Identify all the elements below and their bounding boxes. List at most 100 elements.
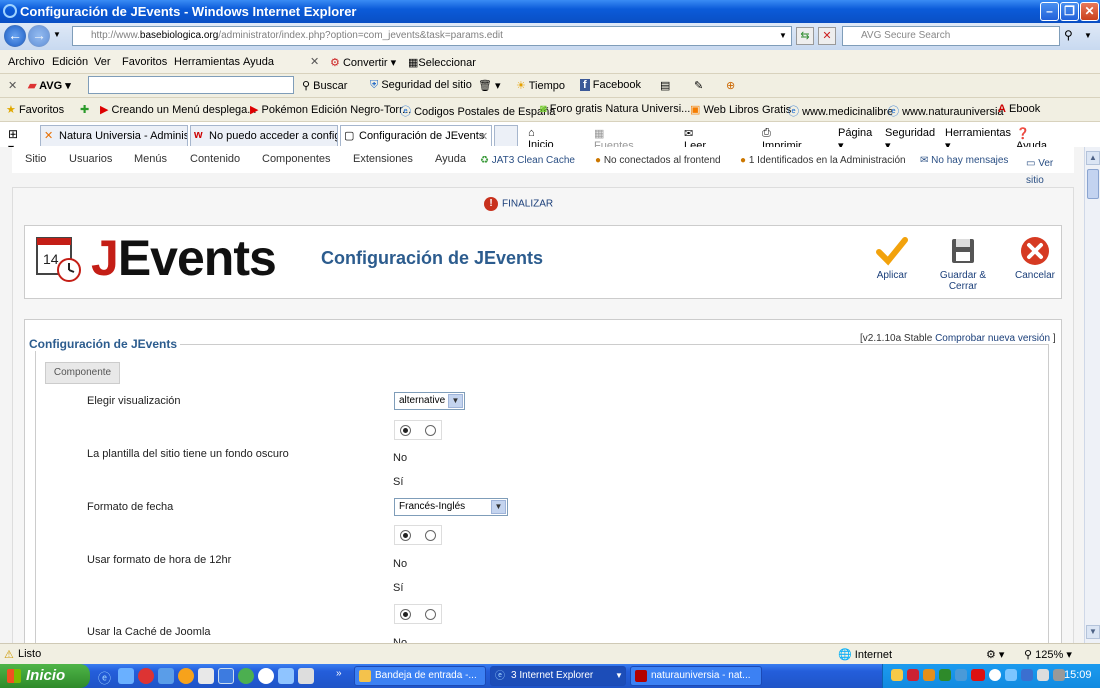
facebook-button[interactable]: f Facebook xyxy=(580,79,641,91)
tab-configuracion-jevents[interactable]: ▢ Configuración de JEvents ✕ xyxy=(340,125,492,146)
admin-menu-extensiones[interactable]: Extensiones xyxy=(353,153,413,165)
site-security-button[interactable]: ⛨ Seguridad del sitio xyxy=(370,79,472,92)
fav-item[interactable]: ⓔ www.medicinalibre xyxy=(788,103,893,119)
clean-cache-link[interactable]: ♻ JAT3 Clean Cache xyxy=(480,155,575,166)
zoom-control[interactable]: ⚲ 125% ▾ xyxy=(1024,648,1072,661)
admin-menu-componentes[interactable]: Componentes xyxy=(262,153,331,165)
cache-radio-si[interactable] xyxy=(425,609,436,620)
fav-item[interactable]: ◙ Foro gratis Natura Universi... xyxy=(540,103,690,115)
convert-button[interactable]: ⚙ Convertir ▾ xyxy=(330,56,396,69)
minimize-button[interactable]: – xyxy=(1040,2,1059,21)
taskbar-item-filezilla[interactable]: naturauniversia - nat... xyxy=(630,666,762,686)
search-input[interactable]: AVG Secure Search xyxy=(842,26,1060,46)
fav-item[interactable]: ⓔ Codigos Postales de España xyxy=(400,103,555,119)
search-icon[interactable]: ⚲ xyxy=(1064,28,1073,42)
logout-link[interactable]: ! FINALIZAR xyxy=(484,197,553,211)
ie-quicklaunch-icon[interactable]: ⓔ xyxy=(98,668,114,686)
admin-menu-sitio[interactable]: Sitio xyxy=(25,153,46,165)
scroll-up-icon[interactable]: ▲ xyxy=(1086,151,1100,165)
taskbar-item-mail[interactable]: Bandeja de entrada -... xyxy=(354,666,486,686)
admin-menu-ayuda[interactable]: Ayuda xyxy=(435,153,466,165)
quicklaunch-expand-icon[interactable]: » xyxy=(336,668,342,679)
tray-icon[interactable] xyxy=(955,669,967,681)
quicklaunch-icon[interactable] xyxy=(118,668,134,684)
hour-format-radio-no[interactable] xyxy=(400,530,411,541)
back-button[interactable]: ← xyxy=(4,25,26,47)
scroll-down-icon[interactable]: ▼ xyxy=(1086,625,1100,639)
apply-button[interactable]: Aplicar xyxy=(857,236,927,281)
stop-icon[interactable]: ✕ xyxy=(818,27,836,45)
quicklaunch-icon[interactable] xyxy=(218,668,234,684)
url-dropdown-icon[interactable]: ▼ xyxy=(779,31,787,40)
scroll-thumb[interactable] xyxy=(1087,169,1099,199)
fav-item[interactable]: ⓔ www.naturauniversia xyxy=(888,103,1004,119)
select-button[interactable]: ▦Seleccionar xyxy=(408,56,476,69)
forward-button[interactable]: → xyxy=(28,25,50,47)
weather-button[interactable]: ☀ Tiempo xyxy=(516,79,565,92)
menu-ayuda[interactable]: Ayuda xyxy=(243,56,274,68)
chrome-quicklaunch-icon[interactable] xyxy=(238,668,254,684)
favorites-button[interactable]: ★ Favoritos xyxy=(6,103,64,116)
quicklaunch-icon[interactable] xyxy=(198,668,214,684)
admin-menu-contenido[interactable]: Contenido xyxy=(190,153,240,165)
tray-icon[interactable] xyxy=(971,669,985,681)
view-site-link[interactable]: ▭ Ver sitio xyxy=(1026,155,1066,189)
close-window-button[interactable]: ✕ xyxy=(1080,2,1099,21)
cache-radio-no[interactable] xyxy=(400,609,411,620)
tray-icon[interactable] xyxy=(891,669,903,681)
history-dropdown-icon[interactable]: ▼ xyxy=(53,30,61,39)
tab-natura-admin[interactable]: ✕ Natura Universia - Administr... xyxy=(40,125,188,146)
firefox-quicklaunch-icon[interactable] xyxy=(178,668,194,684)
avg-search-button[interactable]: ⚲ Buscar xyxy=(302,79,347,92)
admin-menu-usuarios[interactable]: Usuarios xyxy=(69,153,112,165)
tab-componente[interactable]: Componente xyxy=(45,362,120,384)
avg-brand[interactable]: ▰ AVG ▾ xyxy=(28,79,71,92)
menu-edicion[interactable]: Edición xyxy=(52,56,88,68)
view-select[interactable]: alternative ▼ xyxy=(394,392,465,410)
tab-close-icon[interactable]: ✕ xyxy=(479,130,488,143)
tray-icon[interactable] xyxy=(989,669,1001,681)
quicklaunch-icon[interactable] xyxy=(298,668,314,684)
check-version-link[interactable]: Comprobar nueva versión xyxy=(935,333,1050,344)
protected-mode-icon[interactable]: ⚙ ▾ xyxy=(986,648,1004,661)
menu-herramientas[interactable]: Herramientas xyxy=(174,56,240,68)
menu-archivo[interactable]: Archivo xyxy=(8,56,45,68)
menu-favoritos[interactable]: Favoritos xyxy=(122,56,167,68)
avg-search-input[interactable] xyxy=(88,76,294,94)
add-favorite-icon[interactable]: ✚ xyxy=(80,103,89,116)
start-button[interactable]: Inicio xyxy=(0,664,90,688)
trash-icon[interactable]: 🗑 ▾ xyxy=(478,79,501,92)
tab-no-puedo-acceder[interactable]: w No puedo acceder a configu... xyxy=(190,125,338,146)
messages-link[interactable]: ✉ No hay mensajes xyxy=(920,155,1008,166)
page-scrollbar[interactable]: ▲ ▼ xyxy=(1084,147,1100,643)
quicklaunch-icon[interactable] xyxy=(278,668,294,684)
cancel-button[interactable]: Cancelar xyxy=(1000,236,1070,281)
save-close-button[interactable]: Guardar & Cerrar xyxy=(925,236,1001,292)
opera-quicklaunch-icon[interactable] xyxy=(138,668,154,684)
tray-network-icon[interactable] xyxy=(1005,669,1017,681)
tray-icon[interactable] xyxy=(923,669,935,681)
tray-volume-icon[interactable] xyxy=(1037,669,1049,681)
calculator-icon[interactable]: ▤ xyxy=(660,79,670,92)
close-toolbar-icon[interactable]: ✕ xyxy=(310,55,319,68)
url-input[interactable]: http://www.basebiologica.org/administrat… xyxy=(72,26,792,46)
notepad-icon[interactable]: ✎ xyxy=(694,79,703,92)
admin-menu-menus[interactable]: Menús xyxy=(134,153,167,165)
avg-close-icon[interactable]: ✕ xyxy=(8,79,17,92)
refresh-icon[interactable]: ⇆ xyxy=(796,27,814,45)
fav-item[interactable]: ▣ Web Libros Gratis xyxy=(690,103,791,116)
magnify-icon[interactable]: ⊕ xyxy=(726,79,735,92)
hour-format-radio-si[interactable] xyxy=(425,530,436,541)
quicklaunch-icon[interactable] xyxy=(158,668,174,684)
dark-bg-radio-si[interactable] xyxy=(425,425,436,436)
date-format-select[interactable]: Francés-Inglés ▼ xyxy=(394,498,508,516)
tray-icon[interactable] xyxy=(1021,669,1033,681)
fav-item[interactable]: A Ebook xyxy=(998,103,1040,115)
taskbar-item-ie[interactable]: ⓔ 3 Internet Explorer ▼ xyxy=(490,666,626,686)
dark-bg-radio-no[interactable] xyxy=(400,425,411,436)
new-tab-button[interactable] xyxy=(494,125,518,146)
tray-shield-icon[interactable] xyxy=(939,669,951,681)
fav-item[interactable]: ▶ Creando un Menú desplega... xyxy=(100,103,256,116)
fav-item[interactable]: ▶ Pokémon Edición Negro-Torr... xyxy=(250,103,411,116)
search-options-icon[interactable]: ▼ xyxy=(1084,31,1092,40)
